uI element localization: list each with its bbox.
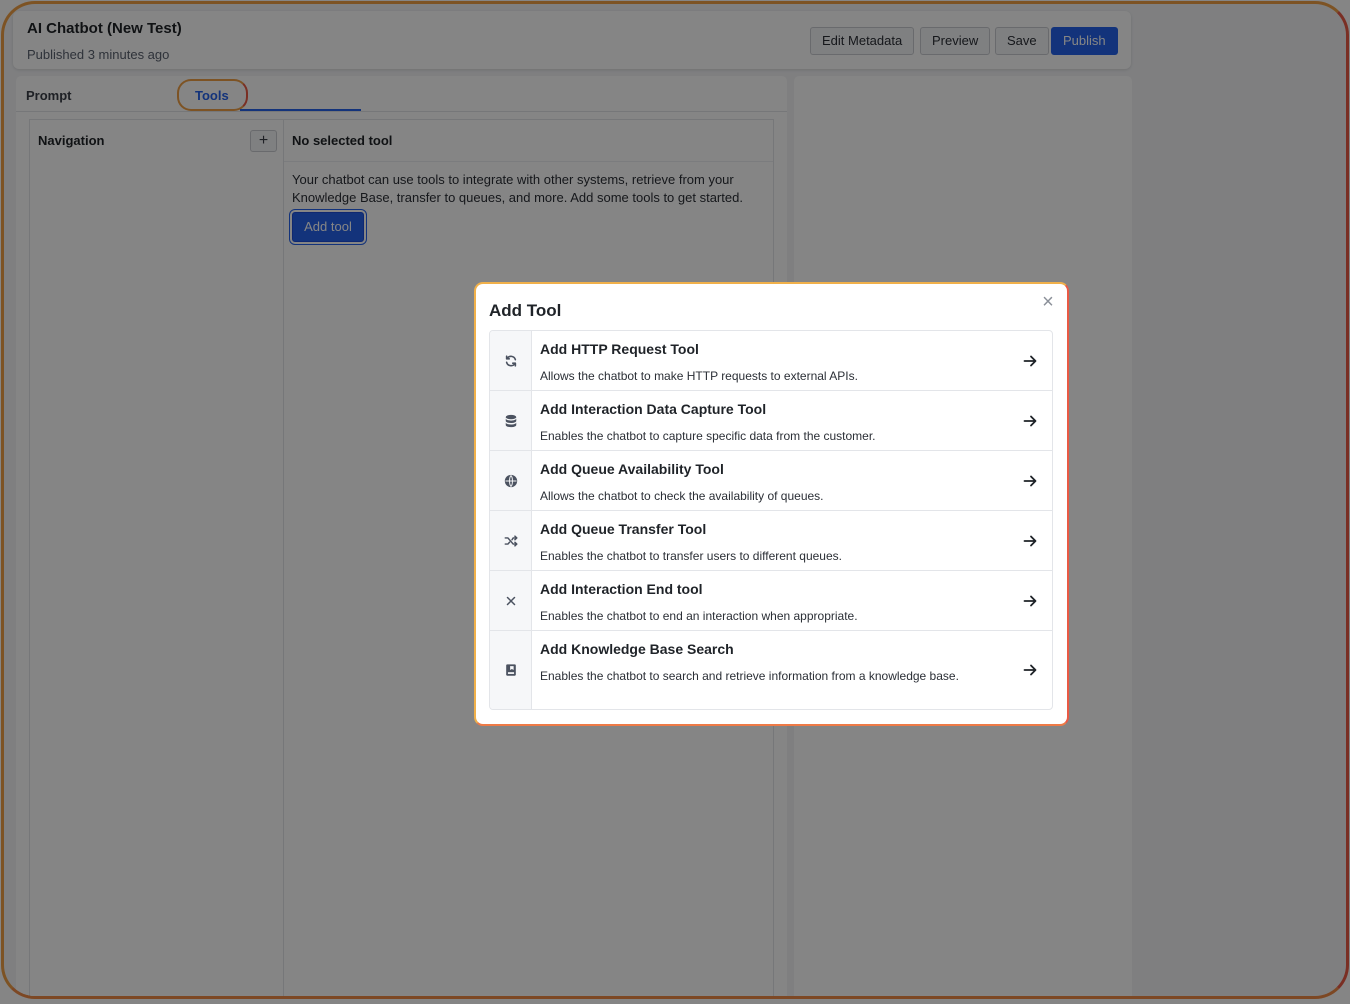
tool-icon-cell bbox=[490, 571, 532, 630]
tool-name: Add Interaction End tool bbox=[540, 581, 703, 597]
tool-name: Add Queue Availability Tool bbox=[540, 461, 724, 477]
arrow-right-icon bbox=[1023, 355, 1037, 366]
book-icon bbox=[505, 664, 516, 676]
tool-name: Add Interaction Data Capture Tool bbox=[540, 401, 767, 417]
globe-icon bbox=[504, 474, 517, 487]
tool-description: Enables the chatbot to end an interactio… bbox=[540, 609, 858, 623]
tool-option-interaction-end[interactable]: Add Interaction End tool Enables the cha… bbox=[490, 571, 1052, 631]
tool-icon-cell bbox=[490, 331, 532, 390]
x-icon bbox=[506, 596, 515, 605]
tool-list: Add HTTP Request Tool Allows the chatbot… bbox=[489, 330, 1053, 710]
tool-description: Allows the chatbot to check the availabi… bbox=[540, 489, 824, 503]
tool-description: Enables the chatbot to transfer users to… bbox=[540, 549, 842, 563]
add-tool-dialog: Add Tool × Add HTTP Request Tool Allows … bbox=[474, 282, 1069, 726]
arrow-right-icon bbox=[1023, 475, 1037, 486]
tool-icon-cell bbox=[490, 391, 532, 450]
arrow-right-icon bbox=[1023, 535, 1037, 546]
tool-option-queue-transfer[interactable]: Add Queue Transfer Tool Enables the chat… bbox=[490, 511, 1052, 571]
tool-icon-cell bbox=[490, 631, 532, 709]
dialog-title: Add Tool bbox=[489, 301, 562, 320]
tool-name: Add HTTP Request Tool bbox=[540, 341, 699, 357]
tool-option-data-capture[interactable]: Add Interaction Data Capture Tool Enable… bbox=[490, 391, 1052, 451]
tool-name: Add Queue Transfer Tool bbox=[540, 521, 707, 537]
tool-option-http-request[interactable]: Add HTTP Request Tool Allows the chatbot… bbox=[490, 331, 1052, 391]
tool-description: Enables the chatbot to capture specific … bbox=[540, 429, 876, 443]
arrow-right-icon bbox=[1023, 415, 1037, 426]
tool-name: Add Knowledge Base Search bbox=[540, 641, 734, 657]
tool-icon-cell bbox=[490, 451, 532, 510]
database-icon bbox=[505, 414, 516, 427]
shuffle-icon bbox=[504, 534, 517, 547]
tool-description: Allows the chatbot to make HTTP requests… bbox=[540, 369, 858, 383]
tool-icon-cell bbox=[490, 511, 532, 570]
arrow-right-icon bbox=[1023, 595, 1037, 606]
tool-option-queue-availability[interactable]: Add Queue Availability Tool Allows the c… bbox=[490, 451, 1052, 511]
arrow-right-icon bbox=[1023, 664, 1037, 676]
refresh-icon bbox=[505, 354, 516, 367]
tool-description: Enables the chatbot to search and retrie… bbox=[540, 669, 959, 683]
tool-option-knowledge-base-search[interactable]: Add Knowledge Base Search Enables the ch… bbox=[490, 631, 1052, 709]
close-icon[interactable]: × bbox=[1038, 292, 1058, 312]
